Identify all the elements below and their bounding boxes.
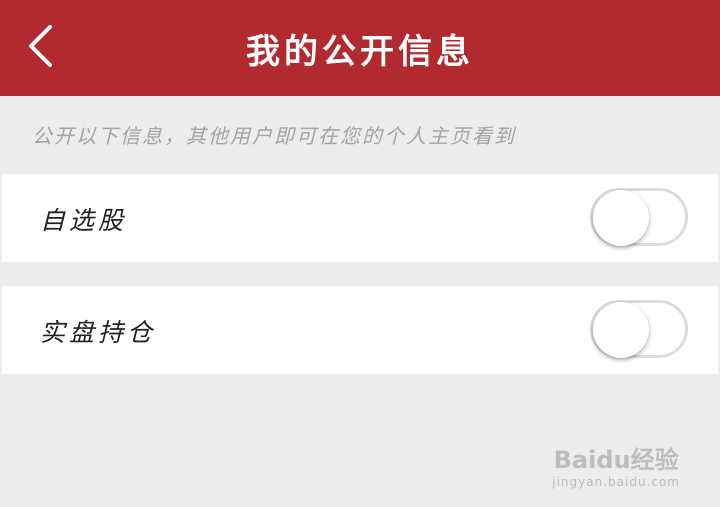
watermark-logo: Baidu经验 [553, 446, 679, 474]
setting-row-positions: 实盘持仓 [2, 286, 718, 374]
page-title: 我的公开信息 [246, 32, 474, 72]
header-bar: 我的公开信息 [0, 0, 720, 96]
watermark-url: jingyan.baidu.com [552, 475, 680, 489]
setting-label-positions: 实盘持仓 [40, 318, 157, 347]
watermark: Baidu经验 jingyan.baidu.com [552, 440, 680, 489]
positions-toggle[interactable] [590, 300, 688, 358]
toggle-knob [593, 190, 649, 246]
setting-label-watchlist: 自选股 [40, 206, 128, 235]
hint-text: 公开以下信息，其他用户即可在您的个人主页看到 [32, 124, 516, 148]
toggle-knob [593, 302, 649, 358]
setting-row-watchlist: 自选股 [2, 174, 718, 262]
watchlist-toggle[interactable] [590, 188, 688, 246]
